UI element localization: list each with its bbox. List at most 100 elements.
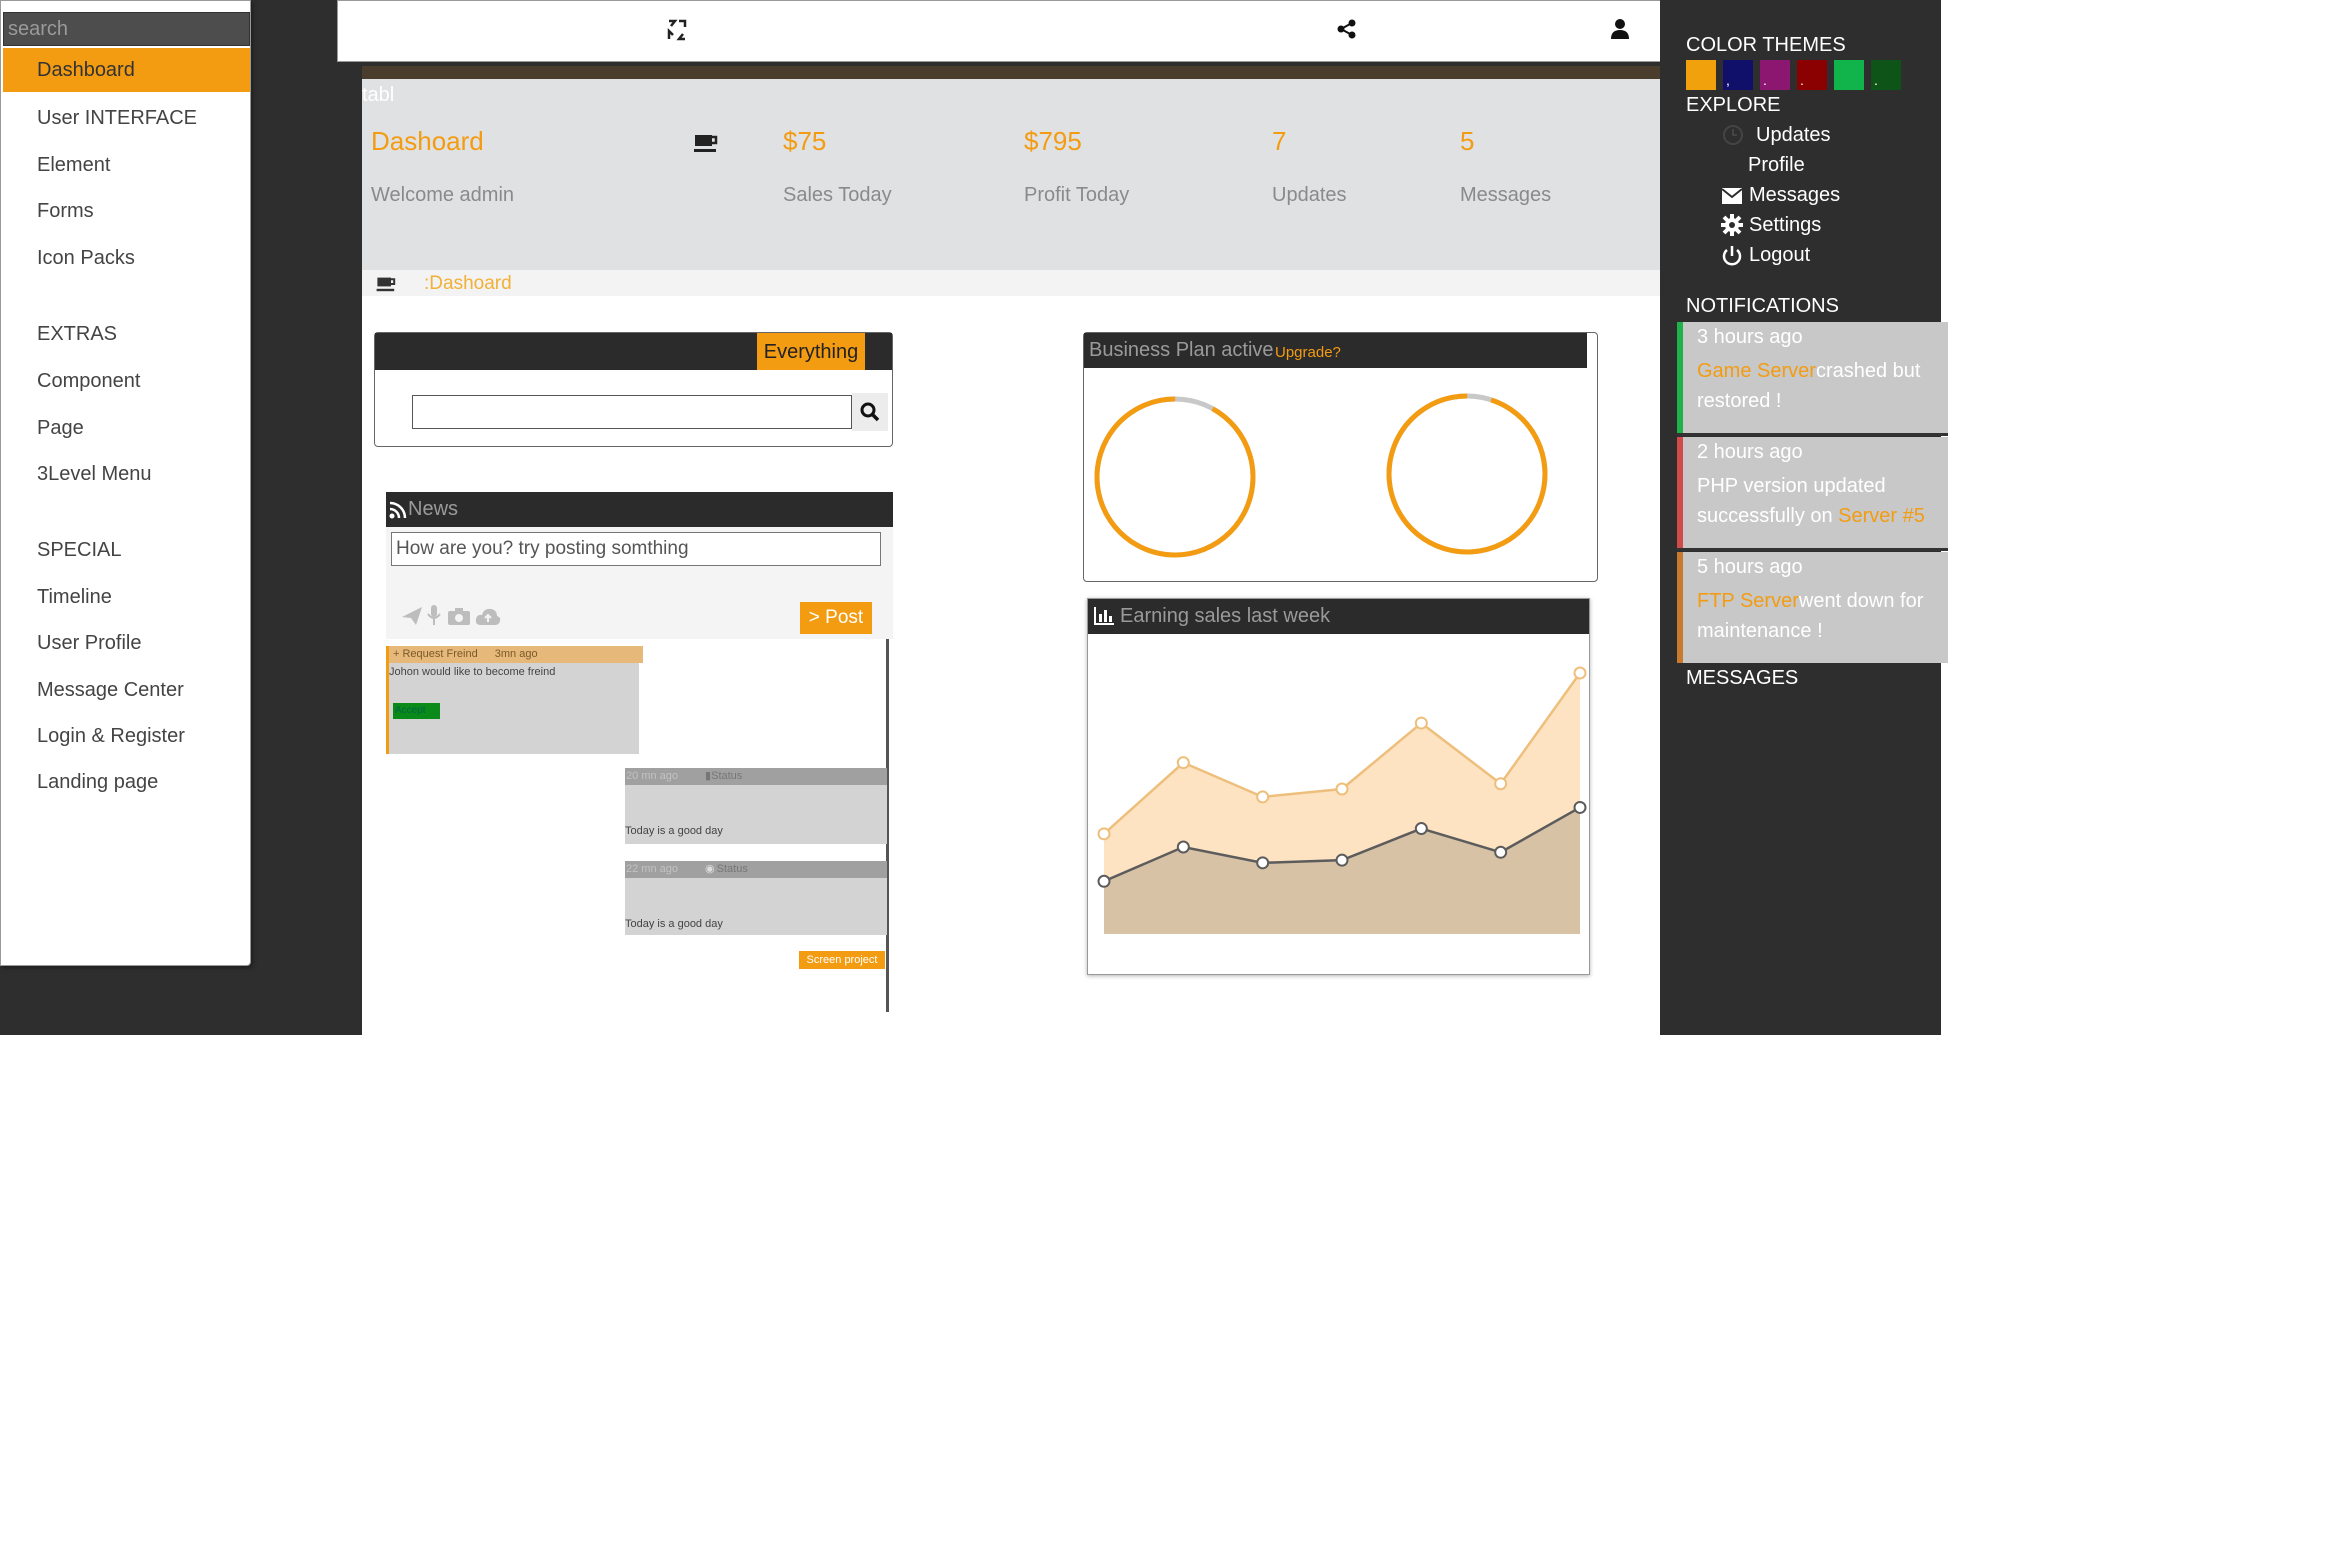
gauge-arc — [1386, 393, 1548, 555]
post-input[interactable] — [391, 532, 881, 566]
theme-swatch[interactable]: . — [1797, 60, 1827, 90]
user-icon[interactable] — [1608, 17, 1636, 45]
share-icon[interactable] — [1335, 17, 1363, 45]
stats-panel — [362, 79, 1660, 270]
microphone-icon[interactable] — [427, 605, 441, 630]
earnings-chart-widget: Earning sales last week — [1087, 598, 1590, 975]
explore-logout[interactable]: Logout — [1749, 244, 1810, 267]
camera-icon[interactable] — [448, 607, 470, 630]
sidebar-item-3level-menu[interactable]: 3Level Menu — [3, 452, 250, 496]
search-widget-header: Everything — [375, 333, 892, 370]
gauge-arc — [1094, 396, 1256, 558]
notification-item[interactable]: 5 hours ago FTP Serverwent down for main… — [1677, 552, 1948, 663]
upgrade-link[interactable]: Upgrade? — [1275, 344, 1341, 361]
data-point — [1176, 840, 1190, 854]
everything-tab[interactable]: Everything — [757, 333, 865, 370]
theme-swatch[interactable]: , — [1723, 60, 1753, 90]
logo-icon[interactable] — [664, 17, 692, 45]
notification-text: FTP Serverwent down for maintenance ! — [1697, 586, 1947, 646]
friend-request-card: + Request Freind 3mn ago Johon would lik… — [386, 646, 643, 754]
theme-swatch[interactable] — [1834, 60, 1864, 90]
data-point — [1494, 845, 1508, 859]
notification-time: 3 hours ago — [1697, 326, 1803, 348]
status-card-time: 22 mn ago — [626, 863, 678, 875]
sidebar-item-login-register[interactable]: Login & Register — [3, 714, 250, 758]
notification-highlight: Game Server — [1697, 360, 1816, 382]
status-card-head: 22 mn ago ◉ Status — [625, 861, 887, 878]
sidebar-item-message-center[interactable]: Message Center — [3, 668, 250, 712]
status-card-text: Today is a good day — [625, 825, 723, 837]
breadcrumb — [362, 270, 1660, 296]
notifications-heading: NOTIFICATIONS — [1686, 295, 1839, 317]
power-icon — [1721, 245, 1743, 272]
notification-divider — [1677, 548, 1948, 551]
status-card-type: Status — [716, 863, 748, 875]
messages-heading: MESSAGES — [1686, 667, 1799, 689]
stat-messages-value: 5 — [1460, 126, 1475, 156]
explore-heading: EXPLORE — [1686, 94, 1781, 116]
explore-profile[interactable]: Profile — [1748, 154, 1805, 177]
business-plan-title: Business Plan active — [1089, 339, 1274, 361]
stat-messages-label: Messages — [1460, 184, 1552, 206]
notification-divider — [1677, 433, 1948, 436]
theme-swatch[interactable]: . — [1871, 60, 1901, 90]
status-card-text: Today is a good day — [625, 918, 723, 930]
notification-item[interactable]: 2 hours ago PHP version updated successf… — [1677, 437, 1948, 548]
color-themes-heading: COLOR THEMES — [1686, 34, 1846, 56]
friend-request-head: + Request Freind 3mn ago — [389, 646, 643, 663]
sidebar-item-timeline[interactable]: Timeline — [3, 575, 250, 619]
sidebar-item-forms[interactable]: Forms — [3, 189, 250, 233]
send-icon[interactable] — [402, 607, 422, 630]
explore-messages[interactable]: Messages — [1749, 184, 1840, 207]
sidebar-item-component[interactable]: Component — [3, 359, 250, 403]
friend-request-label: + Request Freind — [393, 648, 478, 660]
tab-label[interactable]: tabl — [362, 84, 394, 107]
theme-swatch[interactable] — [1686, 60, 1716, 90]
sidebar: Dashboard User INTERFACE Element Forms I… — [0, 0, 251, 966]
gear-icon — [1721, 214, 1743, 241]
sidebar-item-dashboard[interactable]: Dashboard — [3, 48, 250, 92]
notification-item[interactable]: 3 hours ago Game Servercrashed but resto… — [1677, 322, 1948, 433]
notification-text: PHP version updated successfully on Serv… — [1697, 471, 1947, 531]
coffee-icon — [694, 133, 720, 158]
sidebar-item-element[interactable]: Element — [3, 143, 250, 187]
explore-settings[interactable]: Settings — [1749, 214, 1821, 237]
post-button[interactable]: > Post — [800, 602, 872, 634]
data-point — [1414, 822, 1428, 836]
sidebar-item-icon-packs[interactable]: Icon Packs — [3, 236, 250, 280]
explore-updates[interactable]: Updates — [1756, 124, 1831, 147]
sidebar-item-user-interface[interactable]: User INTERFACE — [3, 96, 250, 140]
breadcrumb-link[interactable]: :Dashoard — [424, 273, 512, 295]
data-point — [1414, 716, 1428, 730]
stat-updates-label: Updates — [1272, 184, 1347, 206]
sidebar-heading-extras: EXTRAS — [37, 323, 118, 345]
sidebar-item-landing-page[interactable]: Landing page — [3, 760, 250, 804]
search-button[interactable] — [852, 393, 888, 431]
sidebar-search-input[interactable] — [3, 12, 250, 46]
data-point — [1256, 790, 1270, 804]
business-plan-widget: Business Plan active Upgrade? — [1083, 332, 1598, 582]
earnings-header: Earning sales last week — [1088, 599, 1589, 634]
search-widget: Everything — [374, 332, 893, 447]
stat-sales-label: Sales Today — [783, 184, 892, 206]
notification-highlight: FTP Server — [1697, 590, 1799, 612]
status-card-type: Status — [711, 770, 743, 782]
cloud-upload-icon[interactable] — [475, 607, 501, 630]
data-point — [1573, 666, 1587, 680]
status-card: 20 mn ago ▮Status Today is a good day — [625, 768, 887, 844]
search-icon — [860, 402, 880, 422]
welcome-text: Welcome admin — [371, 184, 515, 206]
data-point — [1335, 782, 1349, 796]
news-widget: News > Post + Request Freind 3mn ago Joh… — [386, 492, 893, 1012]
theme-swatch[interactable]: . — [1760, 60, 1790, 90]
screen-project-button[interactable]: Screen project — [799, 951, 885, 969]
sidebar-item-page[interactable]: Page — [3, 406, 250, 450]
data-point — [1256, 856, 1270, 870]
search-input[interactable] — [412, 395, 852, 429]
friend-request-time: 3mn ago — [494, 648, 538, 660]
stat-profit-value: $795 — [1024, 126, 1082, 156]
sidebar-item-user-profile[interactable]: User Profile — [3, 621, 250, 665]
data-point — [1335, 853, 1349, 867]
accept-button[interactable]: Accept — [393, 703, 440, 719]
data-point — [1573, 800, 1587, 814]
